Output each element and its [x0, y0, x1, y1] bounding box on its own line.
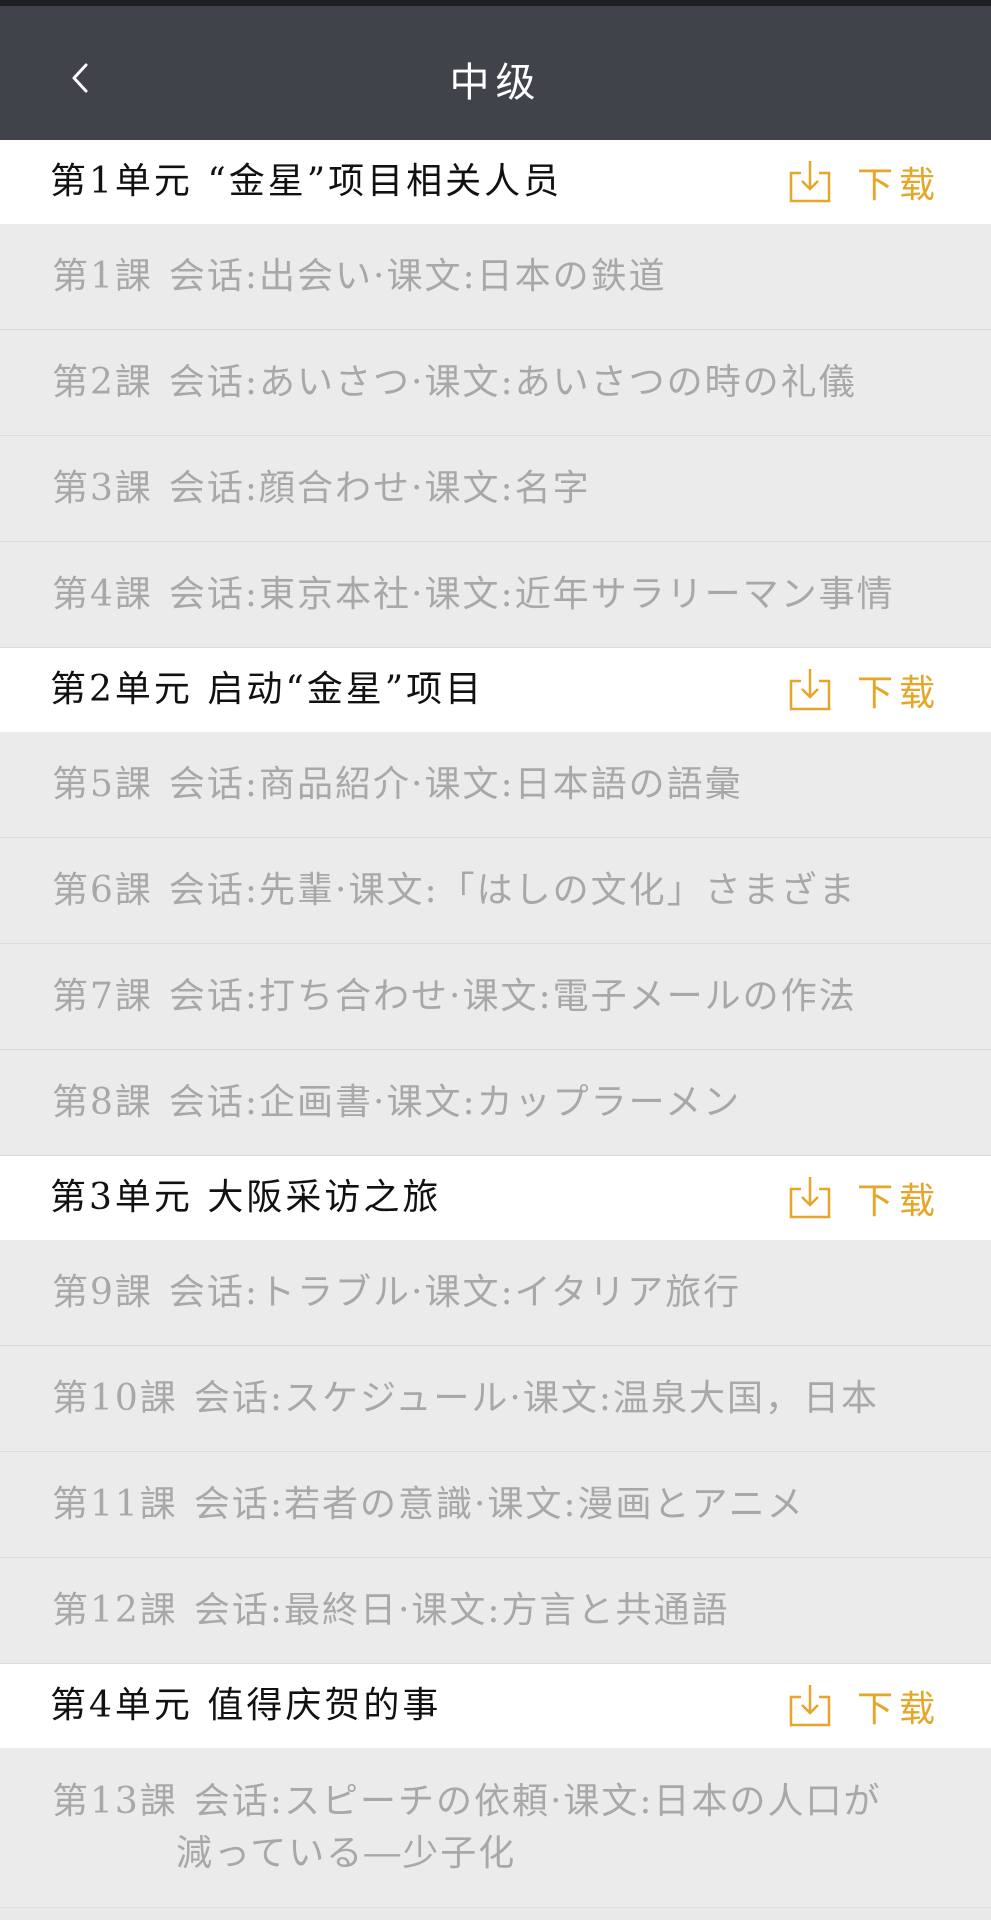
lesson-item[interactable]: 第13課 会话:スピーチの依頼·课文:日本の人口が減っている―少子化 [0, 1748, 991, 1908]
lesson-number: 第8課 [52, 1082, 153, 1123]
lesson-title: 会话:スピーチの依頼·课文:日本の人口が [193, 1781, 882, 1822]
lesson-item[interactable]: 第8課 会话:企画書·课文:カップラーメン [0, 1050, 991, 1156]
lesson-item[interactable]: 第1課 会话:出会い·课文:日本の鉄道 [0, 224, 991, 330]
lesson-number: 第13課 [52, 1781, 178, 1822]
lesson-title-continued: 減っている―少子化 [176, 1833, 517, 1874]
download-label: 下载 [856, 1181, 941, 1222]
lesson-number: 第1課 [52, 256, 153, 297]
lesson-number: 第12課 [52, 1590, 178, 1631]
unit-header: 第4单元 值得庆贺的事 下载 [0, 1664, 991, 1748]
lesson-title: 会话:出会い·课文:日本の鉄道 [168, 256, 667, 297]
unit-title: 第4单元 值得庆贺的事 [50, 1685, 442, 1726]
lesson-title: 会话:最終日·课文:方言と共通語 [193, 1590, 730, 1631]
lesson-number: 第9課 [52, 1272, 153, 1313]
lesson-number: 第5課 [52, 764, 153, 805]
lesson-item[interactable]: 第5課 会话:商品紹介·课文:日本語の語彙 [0, 732, 991, 838]
lesson-title: 会话:スケジュール·课文:温泉大国，日本 [193, 1378, 879, 1419]
download-button[interactable]: 下载 [787, 156, 941, 208]
download-label: 下载 [856, 673, 941, 714]
download-icon [789, 161, 831, 203]
download-label: 下载 [856, 165, 941, 206]
lesson-title: 会话:東京本社·课文:近年サラリーマン事情 [168, 574, 895, 615]
download-label: 下载 [856, 1689, 941, 1730]
lesson-item[interactable]: 第12課 会话:最終日·课文:方言と共通語 [0, 1558, 991, 1664]
download-icon [789, 1177, 831, 1219]
lesson-item[interactable]: 第2課 会话:あいさつ·课文:あいさつの時の礼儀 [0, 330, 991, 436]
lesson-item[interactable]: 第9課 会话:トラブル·课文:イタリア旅行 [0, 1240, 991, 1346]
lesson-title: 会话:若者の意識·课文:漫画とアニメ [193, 1484, 805, 1525]
unit-title: 第1单元 “金星”项目相关人员 [50, 161, 563, 202]
lesson-number: 第10課 [52, 1378, 178, 1419]
lesson-number: 第11課 [52, 1484, 178, 1525]
unit-title: 第3单元 大阪采访之旅 [50, 1177, 442, 1218]
unit-header: 第2单元 启动“金星”项目 下载 [0, 648, 991, 732]
lesson-list: 第1单元 “金星”项目相关人员 下载 第1課 会话:出会い·课文:日本の鉄道 第2… [0, 140, 991, 1908]
lesson-title: 会话:トラブル·课文:イタリア旅行 [168, 1272, 742, 1313]
download-icon [789, 669, 831, 711]
download-icon [789, 1685, 831, 1727]
page-title: 中级 [449, 60, 542, 106]
lesson-title: 会话:先輩·课文:「はしの文化」さまざま [168, 870, 857, 911]
lesson-number: 第6課 [52, 870, 153, 911]
lesson-item[interactable]: 第6課 会话:先輩·课文:「はしの文化」さまざま [0, 838, 991, 944]
lesson-number: 第3課 [52, 468, 153, 509]
lesson-title: 会话:顔合わせ·课文:名字 [168, 468, 591, 509]
lesson-number: 第2課 [52, 362, 153, 403]
lesson-item[interactable]: 第7課 会话:打ち合わせ·课文:電子メールの作法 [0, 944, 991, 1050]
lesson-item[interactable]: 第3課 会话:顔合わせ·课文:名字 [0, 436, 991, 542]
lesson-item[interactable]: 第10課 会话:スケジュール·课文:温泉大国，日本 [0, 1346, 991, 1452]
lesson-item[interactable]: 第4課 会话:東京本社·课文:近年サラリーマン事情 [0, 542, 991, 648]
download-button[interactable]: 下载 [787, 1680, 941, 1732]
unit-header: 第3单元 大阪采访之旅 下载 [0, 1156, 991, 1240]
lesson-number: 第4課 [52, 574, 153, 615]
download-button[interactable]: 下载 [787, 664, 941, 716]
unit-title: 第2单元 启动“金星”项目 [50, 669, 485, 710]
lesson-title: 会话:企画書·课文:カップラーメン [168, 1082, 742, 1123]
lesson-title: 会话:打ち合わせ·课文:電子メールの作法 [168, 976, 857, 1017]
lesson-number: 第7課 [52, 976, 153, 1017]
lesson-title: 会话:あいさつ·课文:あいさつの時の礼儀 [168, 362, 857, 403]
lesson-item[interactable]: 第11課 会话:若者の意識·课文:漫画とアニメ [0, 1452, 991, 1558]
unit-header: 第1单元 “金星”项目相关人员 下载 [0, 140, 991, 224]
top-bar: 中级 [0, 0, 991, 140]
lesson-title: 会话:商品紹介·课文:日本語の語彙 [168, 764, 743, 805]
download-button[interactable]: 下载 [787, 1172, 941, 1224]
